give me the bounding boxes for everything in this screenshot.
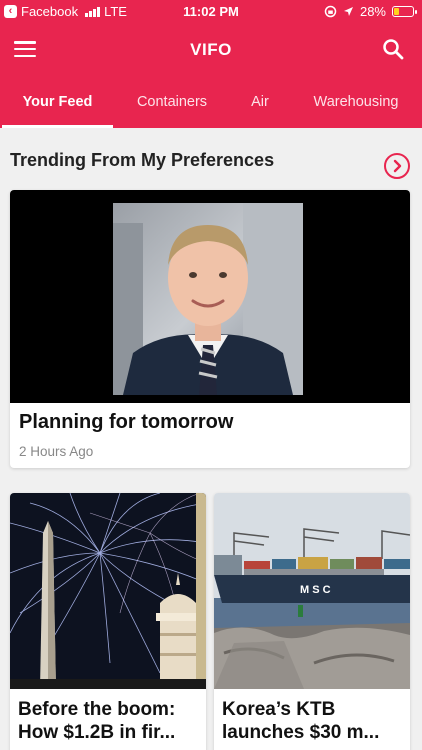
article-headline-line-2[interactable]: launches $30 m... xyxy=(222,721,404,744)
tab-your-feed[interactable]: Your Feed xyxy=(2,76,113,128)
featured-photo xyxy=(113,203,303,395)
svg-text:M S C: M S C xyxy=(300,584,331,596)
featured-media xyxy=(10,190,410,403)
article-headline[interactable]: Korea’s KTB launches $30 m... xyxy=(222,698,404,744)
section-title: Trending From My Preferences xyxy=(10,150,275,170)
article-card[interactable]: M S C Korea’s KTB launches $30 m... xyxy=(214,493,410,750)
search-icon[interactable] xyxy=(382,38,404,60)
tab-containers[interactable]: Containers xyxy=(126,76,218,128)
article-headline-line-2[interactable]: How $1.2B in fir... xyxy=(18,721,200,744)
tab-air[interactable]: Air xyxy=(240,76,280,128)
category-tabs: Your Feed Containers Air Warehousing xyxy=(0,76,422,128)
status-bar: ‹ Facebook LTE 11:02 PM 28% xyxy=(0,0,422,24)
location-arrow-icon xyxy=(343,7,353,16)
article-card[interactable]: Before the boom: How $1.2B in fir... xyxy=(10,493,206,750)
tab-warehousing[interactable]: Warehousing xyxy=(304,76,408,128)
featured-headline[interactable]: Planning for tomorrow xyxy=(19,411,233,434)
battery-percent: 28% xyxy=(359,4,386,19)
rotation-lock-icon xyxy=(324,5,337,18)
app-bar: VIFO xyxy=(0,24,422,76)
fireworks-photo xyxy=(10,493,206,689)
article-headline[interactable]: Before the boom: How $1.2B in fir... xyxy=(18,698,200,744)
article-headline-line-1[interactable]: Korea’s KTB xyxy=(222,698,404,721)
container-ship-photo: M S C xyxy=(214,493,410,689)
featured-article-card[interactable]: Planning for tomorrow 2 Hours Ago xyxy=(10,190,410,468)
battery-icon xyxy=(392,6,417,17)
app-title: VIFO xyxy=(190,40,232,59)
status-right: 28% xyxy=(324,4,417,19)
chevron-right-circle-icon[interactable] xyxy=(384,153,410,179)
article-headline-line-1[interactable]: Before the boom: xyxy=(18,698,200,721)
featured-timestamp: 2 Hours Ago xyxy=(19,444,94,459)
